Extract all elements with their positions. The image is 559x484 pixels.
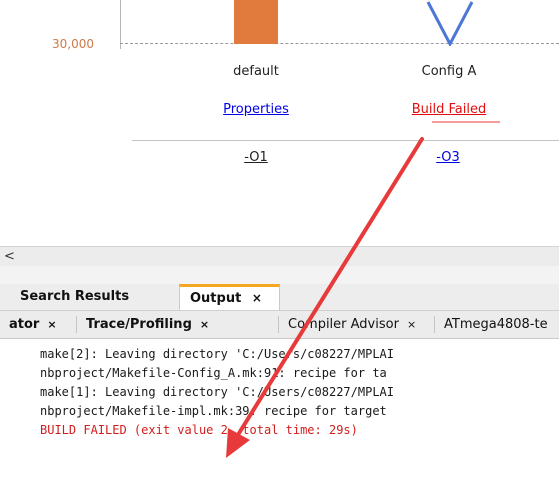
tab-separator: [434, 316, 435, 333]
row-divider: [132, 140, 559, 141]
subtab-label: ATmega4808-te: [444, 317, 548, 332]
output-window-tabs: Search Results Output ×: [0, 284, 559, 311]
optimization-default[interactable]: -O1: [231, 150, 281, 165]
close-icon[interactable]: ×: [252, 291, 262, 305]
close-icon[interactable]: ×: [47, 318, 56, 331]
reference-dashed-line: [120, 43, 559, 44]
tab-label: Output: [190, 291, 242, 306]
subtab-label: Compiler Advisor: [288, 317, 399, 332]
output-line: make[2]: Leaving directory 'C:/Users/c08…: [40, 347, 395, 361]
column-name-config-a: Config A: [421, 64, 477, 79]
default-bar: [234, 0, 278, 44]
output-line: make[1]: Leaving directory 'C:/Users/c08…: [40, 385, 395, 399]
tab-separator: [76, 316, 77, 333]
scroll-left-arrow-icon[interactable]: <: [4, 247, 15, 266]
column-name-default: default: [233, 64, 279, 79]
build-failed-message: BUILD FAILED (exit value 2, total time: …: [40, 423, 358, 437]
subtab-trace-profiling[interactable]: Trace/Profiling ×: [86, 311, 209, 338]
close-icon[interactable]: ×: [200, 318, 209, 331]
output-console[interactable]: make[2]: Leaving directory 'C:/Users/c08…: [0, 339, 559, 484]
build-failed-link[interactable]: Build Failed: [394, 102, 504, 117]
config-a-line-marker: [426, 1, 474, 46]
tab-search-results[interactable]: Search Results: [10, 284, 175, 310]
comparison-panel: 30,000 default Config A Properties Build…: [0, 0, 559, 246]
tab-label: Search Results: [20, 289, 130, 304]
subtab-compiler-advisor[interactable]: Compiler Advisor ×: [288, 311, 416, 338]
tab-output[interactable]: Output ×: [179, 284, 280, 310]
subtab-ator[interactable]: ator ×: [9, 311, 57, 338]
subtab-atmega4808[interactable]: ATmega4808-te: [444, 311, 548, 338]
subtab-label: Trace/Profiling: [86, 317, 192, 332]
subtab-label: ator: [9, 317, 40, 332]
properties-link[interactable]: Properties: [201, 102, 311, 117]
close-icon[interactable]: ×: [407, 318, 416, 331]
output-subtabs: ator × Trace/Profiling × Compiler Advisor ×…: [0, 311, 559, 339]
y-axis-line: [120, 0, 121, 49]
config-a-line: [426, 1, 474, 46]
tab-separator: [278, 316, 279, 333]
optimization-config-a[interactable]: -O3: [423, 150, 473, 165]
y-axis-tick-label: 30,000: [52, 37, 94, 51]
output-line: nbproject/Makefile-Config_A.mk:91: recip…: [40, 366, 387, 380]
horizontal-scrollbar[interactable]: <: [0, 246, 559, 267]
panel-gap: [0, 266, 559, 284]
output-line: nbproject/Makefile-impl.mk:39: recipe fo…: [40, 404, 387, 418]
